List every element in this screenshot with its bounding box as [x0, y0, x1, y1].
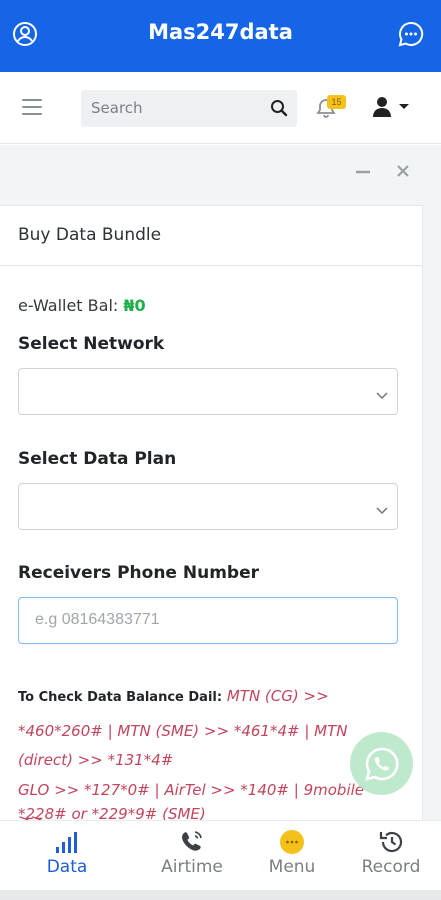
system-bar — [0, 890, 441, 900]
info-line: MTN (CG) >> — [226, 687, 329, 705]
tab-data[interactable]: Data — [12, 821, 122, 891]
user-dropdown[interactable] — [372, 95, 414, 124]
tab-label: Record — [361, 857, 421, 877]
tab-menu[interactable]: Menu — [237, 821, 347, 891]
chevron-down-icon — [376, 502, 388, 520]
card-title: Buy Data Bundle — [0, 206, 422, 266]
search-icon[interactable] — [270, 99, 288, 122]
signal-bars-icon — [12, 829, 122, 857]
history-icon — [336, 829, 441, 857]
info-line: *228# or *229*9# (SME) — [18, 805, 206, 820]
tab-airtime[interactable]: Airtime — [137, 821, 247, 891]
whatsapp-button[interactable] — [350, 732, 413, 795]
chevron-down-icon — [376, 387, 388, 405]
balance-info-line: To Check Data Balance Dail: MTN (CG) >> — [18, 681, 388, 713]
wallet-value: ₦0 — [123, 296, 146, 315]
close-icon[interactable] — [395, 162, 411, 185]
app-title: Mas247data — [148, 20, 293, 44]
tab-label: Menu — [268, 857, 316, 877]
info-line: *460*260# | MTN (SME) >> *461*4# | MTN — [18, 722, 348, 740]
network-label: Select Network — [18, 334, 165, 354]
minimize-icon[interactable] — [355, 162, 371, 185]
phone-placeholder: e.g 08164383771 — [35, 611, 160, 628]
wallet-balance: e-Wallet Bal: ₦0 — [18, 296, 146, 315]
chat-icon[interactable] — [398, 21, 424, 47]
phone-number-input[interactable]: e.g 08164383771 — [18, 597, 398, 644]
whatsapp-icon — [365, 747, 399, 781]
info-line: (direct) >> *131*4# — [18, 751, 174, 769]
tab-record[interactable]: Record — [336, 821, 441, 891]
network-select[interactable] — [18, 368, 398, 415]
phone-ringing-icon — [137, 829, 247, 857]
data-plan-select[interactable] — [18, 483, 398, 530]
tab-label: Data — [46, 857, 88, 877]
phone-label: Receivers Phone Number — [18, 563, 260, 583]
info-heading: To Check Data Balance Dail: — [18, 690, 223, 705]
top-nav: Search — [0, 72, 441, 144]
hamburger-menu-icon[interactable] — [22, 99, 42, 115]
search-input[interactable]: Search — [81, 90, 297, 127]
search-placeholder: Search — [91, 99, 143, 117]
app-bar: Mas247data — [0, 0, 441, 72]
menu-dots-icon — [237, 829, 347, 857]
bottom-nav: Data Airtime Menu Record — [0, 820, 441, 890]
notification-badge: 15 — [327, 95, 346, 109]
plan-label: Select Data Plan — [18, 449, 177, 469]
tab-label: Airtime — [161, 857, 223, 877]
wallet-label: e-Wallet Bal: — [18, 296, 119, 315]
